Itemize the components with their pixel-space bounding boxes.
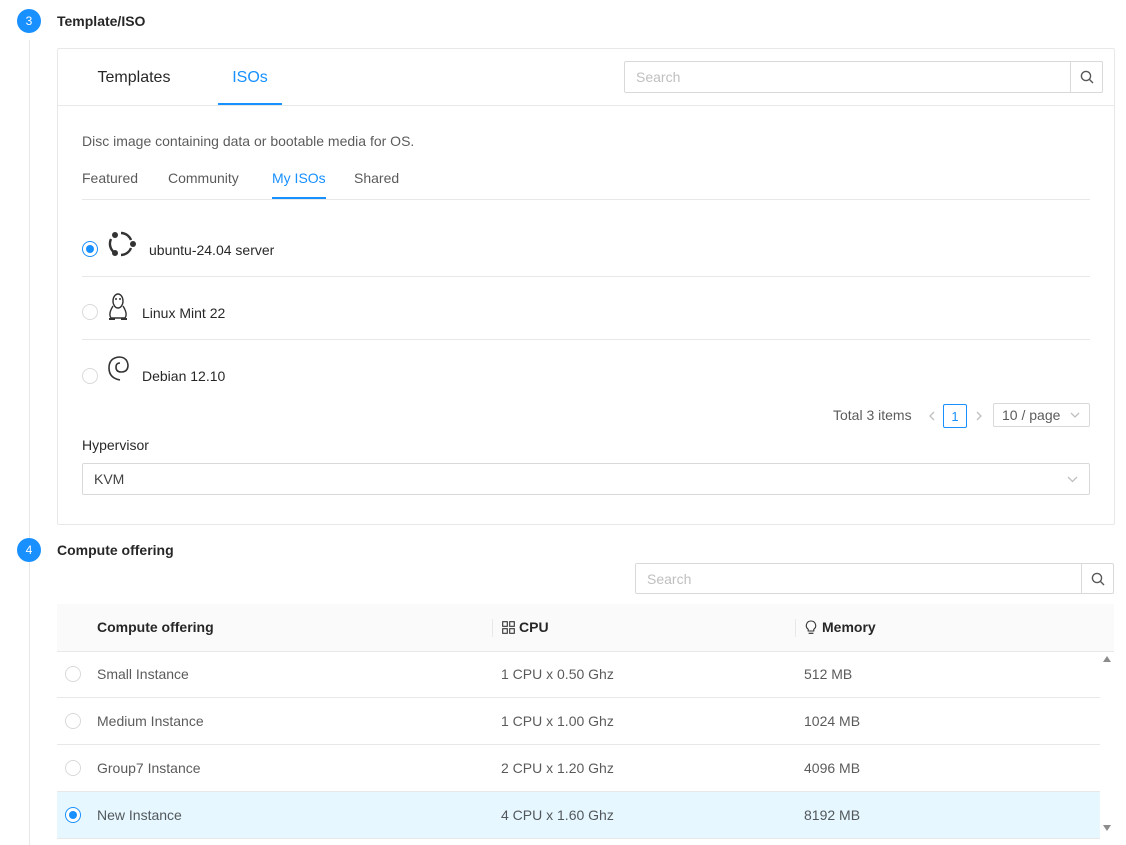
offering-cpu: 4 CPU x 1.60 Ghz xyxy=(501,807,614,823)
offering-name: New Instance xyxy=(97,807,182,823)
search-icon xyxy=(1091,572,1104,585)
offering-name: Medium Instance xyxy=(97,713,204,729)
table-row[interactable]: Small Instance 1 CPU x 0.50 Ghz 512 MB xyxy=(57,651,1100,698)
iso-search xyxy=(624,61,1103,93)
table-row[interactable]: Group7 Instance 2 CPU x 1.20 Ghz 4096 MB xyxy=(57,745,1100,792)
offering-name: Small Instance xyxy=(97,666,189,682)
iso-name: Debian 12.10 xyxy=(142,368,226,384)
step-4-indicator: 4 xyxy=(17,538,41,562)
tab-community[interactable]: Community xyxy=(168,167,239,199)
template-iso-card: Templates ISOs Disc image containing dat… xyxy=(57,48,1115,525)
chevron-left-icon xyxy=(929,411,935,421)
iso-name: ubuntu-24.04 server xyxy=(149,242,275,258)
tab-shared[interactable]: Shared xyxy=(354,167,399,199)
debian-icon xyxy=(108,356,129,381)
chevron-down-icon xyxy=(1070,412,1080,418)
offering-radio[interactable] xyxy=(65,807,81,823)
iso-search-button[interactable] xyxy=(1070,62,1102,92)
table-row[interactable]: Medium Instance 1 CPU x 1.00 Ghz 1024 MB xyxy=(57,698,1100,745)
pagination-page[interactable]: 1 xyxy=(943,404,967,428)
steps-connector-line xyxy=(29,40,30,845)
pagination-prev[interactable] xyxy=(924,405,940,427)
offering-radio[interactable] xyxy=(65,666,81,682)
compute-search-input[interactable] xyxy=(636,564,1081,593)
column-divider xyxy=(795,619,796,637)
tab-templates[interactable]: Templates xyxy=(82,49,186,105)
column-divider xyxy=(492,619,493,637)
iso-radio-ubuntu[interactable] xyxy=(82,241,98,257)
offering-memory: 512 MB xyxy=(804,666,853,682)
chevron-right-icon xyxy=(976,411,982,421)
offering-radio[interactable] xyxy=(65,760,81,776)
compute-search xyxy=(635,563,1114,594)
pagination-next[interactable] xyxy=(971,405,987,427)
pagination-total: Total 3 items xyxy=(833,407,912,423)
iso-radio-debian[interactable] xyxy=(82,368,98,384)
tab-featured[interactable]: Featured xyxy=(82,167,138,199)
page-size-value: 10 / page xyxy=(1002,407,1061,423)
grid-icon xyxy=(502,621,515,634)
column-header-cpu: CPU xyxy=(519,619,549,635)
iso-filter-tabs: Featured Community My ISOs Shared xyxy=(82,167,1090,200)
ubuntu-icon xyxy=(108,231,136,257)
step-4-title: Compute offering xyxy=(57,542,174,558)
offering-radio[interactable] xyxy=(65,713,81,729)
bulb-icon xyxy=(805,620,817,634)
list-item[interactable]: Debian 12.10 xyxy=(82,340,1090,402)
chevron-down-icon xyxy=(1067,476,1078,483)
offering-name: Group7 Instance xyxy=(97,760,201,776)
search-icon xyxy=(1080,70,1093,84)
compute-table-header: Compute offering CPU Memory xyxy=(57,604,1114,652)
hypervisor-label: Hypervisor xyxy=(82,437,149,453)
iso-search-input[interactable] xyxy=(625,62,1070,92)
column-header-compute-offering: Compute offering xyxy=(97,619,214,635)
offering-cpu: 1 CPU x 0.50 Ghz xyxy=(501,666,614,682)
hypervisor-select[interactable]: KVM xyxy=(82,463,1090,495)
list-item[interactable]: ubuntu-24.04 server xyxy=(82,199,1090,277)
offering-cpu: 1 CPU x 1.00 Ghz xyxy=(501,713,614,729)
hypervisor-value: KVM xyxy=(94,471,125,487)
linux-tux-icon xyxy=(109,293,127,320)
list-item[interactable]: Linux Mint 22 xyxy=(82,277,1090,340)
column-header-memory: Memory xyxy=(822,619,876,635)
page-size-select[interactable]: 10 / page xyxy=(993,403,1090,427)
scroll-up-icon[interactable] xyxy=(1103,656,1111,662)
offering-cpu: 2 CPU x 1.20 Ghz xyxy=(501,760,614,776)
scroll-down-icon[interactable] xyxy=(1103,825,1111,831)
iso-name: Linux Mint 22 xyxy=(142,305,226,321)
compute-search-button[interactable] xyxy=(1081,564,1113,593)
tab-my-isos[interactable]: My ISOs xyxy=(272,167,326,199)
iso-description: Disc image containing data or bootable m… xyxy=(82,133,415,149)
offering-memory: 1024 MB xyxy=(804,713,861,729)
iso-radio-linux-mint[interactable] xyxy=(82,304,98,320)
offering-memory: 4096 MB xyxy=(804,760,861,776)
step-3-title: Template/ISO xyxy=(57,13,146,29)
offering-memory: 8192 MB xyxy=(804,807,861,823)
step-3-indicator: 3 xyxy=(17,9,41,33)
table-scrollbar[interactable] xyxy=(1100,651,1114,837)
tab-isos[interactable]: ISOs xyxy=(218,49,282,105)
table-row[interactable]: New Instance 4 CPU x 1.60 Ghz 8192 MB xyxy=(57,792,1100,839)
card-tab-bar: Templates ISOs xyxy=(58,49,1114,106)
